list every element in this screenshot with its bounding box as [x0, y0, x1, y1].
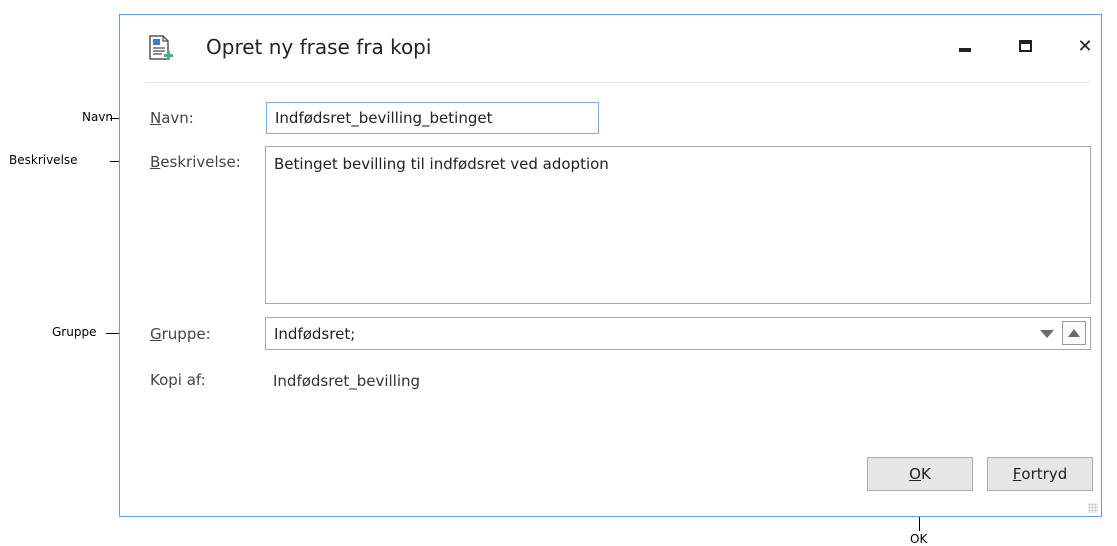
- description-label: Beskrivelse:: [150, 153, 241, 171]
- name-label: Navn:: [150, 109, 194, 127]
- title-separator: [146, 82, 1090, 83]
- name-label-rest: avn:: [161, 109, 194, 127]
- resize-grip-icon[interactable]: [1088, 503, 1098, 513]
- copy-of-label: Kopi af:: [150, 371, 206, 389]
- close-icon: ✕: [1077, 35, 1093, 57]
- group-label-rest: ruppe:: [161, 325, 211, 343]
- dropdown-arrow-icon[interactable]: [1040, 330, 1054, 338]
- group-dropdown[interactable]: Indfødsret;: [265, 317, 1091, 350]
- ok-mnemonic: O: [909, 465, 921, 483]
- callout-navn: Navn: [82, 110, 114, 124]
- group-value: Indfødsret;: [274, 324, 356, 343]
- cancel-button[interactable]: Fortryd: [987, 457, 1093, 491]
- dialog-title: Opret ny frase fra kopi: [206, 35, 432, 59]
- callout-ok: OK: [910, 532, 928, 546]
- description-label-mnemonic: B: [150, 153, 161, 171]
- callout-gruppe: Gruppe: [52, 325, 97, 339]
- description-label-rest: eskrivelse:: [160, 153, 241, 171]
- name-label-mnemonic: N: [150, 109, 162, 127]
- maximize-button[interactable]: [1008, 31, 1042, 61]
- ok-button[interactable]: OK: [867, 457, 973, 491]
- copy-of-value: Indfødsret_bevilling: [273, 372, 421, 390]
- up-arrow-icon: [1068, 329, 1080, 337]
- title-bar[interactable]: Opret ny frase fra kopi ✕: [120, 15, 1101, 85]
- description-textarea[interactable]: Betinget bevilling til indfødsret ved ad…: [265, 146, 1091, 304]
- group-label-mnemonic: G: [150, 325, 162, 343]
- close-button[interactable]: ✕: [1068, 31, 1102, 61]
- maximize-icon: [1018, 40, 1032, 52]
- callout-beskrivelse: Beskrivelse: [9, 153, 78, 167]
- minimize-button[interactable]: [948, 31, 982, 61]
- minimize-icon: [959, 48, 971, 52]
- create-phrase-dialog: Opret ny frase fra kopi ✕ Navn: Indfødsr…: [119, 14, 1102, 517]
- name-input-value: Indfødsret_bevilling_betinget: [275, 109, 493, 127]
- cancel-mnemonic: F: [1012, 465, 1022, 483]
- group-label: Gruppe:: [150, 325, 211, 343]
- name-input[interactable]: Indfødsret_bevilling_betinget: [266, 102, 599, 134]
- description-value: Betinget bevilling til indfødsret ved ad…: [274, 155, 609, 173]
- document-add-icon: [148, 35, 174, 65]
- group-up-button[interactable]: [1062, 321, 1086, 345]
- cancel-label-rest: ortryd: [1021, 465, 1068, 483]
- ok-label-rest: K: [920, 465, 931, 483]
